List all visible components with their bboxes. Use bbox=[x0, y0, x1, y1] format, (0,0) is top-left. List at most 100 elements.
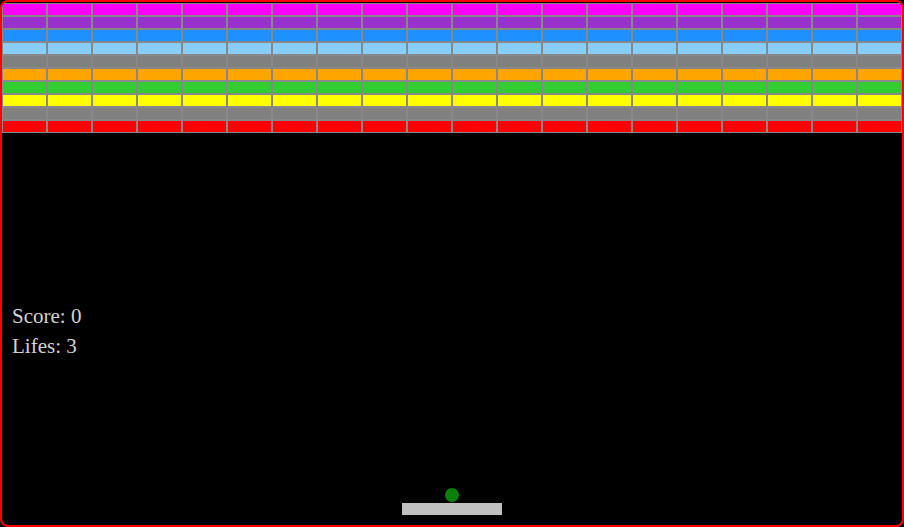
brick-row bbox=[2, 16, 902, 29]
brick bbox=[227, 94, 272, 107]
brick-row bbox=[2, 3, 902, 16]
brick bbox=[722, 120, 767, 133]
brick bbox=[407, 16, 452, 29]
brick bbox=[587, 3, 632, 16]
brick bbox=[857, 107, 902, 120]
brick bbox=[632, 68, 677, 81]
brick bbox=[587, 107, 632, 120]
brick bbox=[587, 81, 632, 94]
brick bbox=[182, 81, 227, 94]
brick bbox=[767, 55, 812, 68]
brick bbox=[2, 3, 47, 16]
brick bbox=[632, 120, 677, 133]
brick bbox=[137, 68, 182, 81]
brick bbox=[92, 120, 137, 133]
brick bbox=[857, 68, 902, 81]
brick bbox=[812, 3, 857, 16]
brick bbox=[497, 3, 542, 16]
brick bbox=[362, 81, 407, 94]
brick bbox=[362, 3, 407, 16]
lives-label: Lifes: 3 bbox=[12, 331, 81, 361]
brick bbox=[857, 16, 902, 29]
brick bbox=[362, 55, 407, 68]
brick bbox=[137, 55, 182, 68]
brick bbox=[227, 42, 272, 55]
brick bbox=[812, 68, 857, 81]
brick bbox=[92, 29, 137, 42]
brick-row bbox=[2, 68, 902, 81]
brick bbox=[2, 81, 47, 94]
brick bbox=[362, 107, 407, 120]
brick bbox=[182, 107, 227, 120]
brick bbox=[92, 3, 137, 16]
brick bbox=[92, 81, 137, 94]
brick bbox=[452, 16, 497, 29]
brick bbox=[2, 120, 47, 133]
brick bbox=[497, 16, 542, 29]
paddle[interactable] bbox=[402, 503, 502, 515]
brick bbox=[137, 81, 182, 94]
brick bbox=[542, 94, 587, 107]
brick bbox=[812, 107, 857, 120]
brick bbox=[407, 55, 452, 68]
brick bbox=[497, 29, 542, 42]
brick bbox=[47, 3, 92, 16]
brick bbox=[317, 120, 362, 133]
brick bbox=[452, 42, 497, 55]
brick bbox=[722, 3, 767, 16]
brick bbox=[407, 29, 452, 42]
brick bbox=[137, 29, 182, 42]
brick bbox=[272, 55, 317, 68]
brick bbox=[317, 94, 362, 107]
brick bbox=[317, 29, 362, 42]
brick-row bbox=[2, 81, 902, 94]
brick bbox=[677, 107, 722, 120]
brick bbox=[362, 94, 407, 107]
brick bbox=[47, 42, 92, 55]
brick bbox=[452, 55, 497, 68]
brick bbox=[452, 68, 497, 81]
brick bbox=[767, 120, 812, 133]
brick bbox=[182, 3, 227, 16]
brick-row bbox=[2, 55, 902, 68]
brick bbox=[452, 29, 497, 42]
brick bbox=[722, 94, 767, 107]
brick bbox=[47, 16, 92, 29]
brick bbox=[677, 81, 722, 94]
brick bbox=[857, 120, 902, 133]
brick bbox=[2, 42, 47, 55]
brick bbox=[92, 68, 137, 81]
brick bbox=[812, 42, 857, 55]
brick bbox=[722, 81, 767, 94]
brick bbox=[227, 29, 272, 42]
brick bbox=[677, 55, 722, 68]
brick bbox=[407, 42, 452, 55]
brick bbox=[812, 55, 857, 68]
brick bbox=[857, 42, 902, 55]
brick bbox=[227, 120, 272, 133]
brick bbox=[92, 16, 137, 29]
brick bbox=[767, 68, 812, 81]
brick bbox=[2, 29, 47, 42]
brick bbox=[632, 42, 677, 55]
ball bbox=[445, 488, 459, 502]
brick bbox=[812, 81, 857, 94]
brick bbox=[227, 16, 272, 29]
brick bbox=[317, 16, 362, 29]
brick bbox=[2, 55, 47, 68]
brick bbox=[542, 120, 587, 133]
brick bbox=[47, 107, 92, 120]
brick bbox=[272, 42, 317, 55]
brick bbox=[2, 16, 47, 29]
brick bbox=[542, 29, 587, 42]
brick bbox=[722, 29, 767, 42]
brick bbox=[812, 120, 857, 133]
brick bbox=[722, 55, 767, 68]
brick bbox=[677, 42, 722, 55]
brick bbox=[587, 94, 632, 107]
game-canvas[interactable]: Score: 0 Lifes: 3 bbox=[0, 0, 904, 527]
brick bbox=[137, 94, 182, 107]
brick bbox=[812, 16, 857, 29]
brick bbox=[452, 107, 497, 120]
brick bbox=[182, 120, 227, 133]
